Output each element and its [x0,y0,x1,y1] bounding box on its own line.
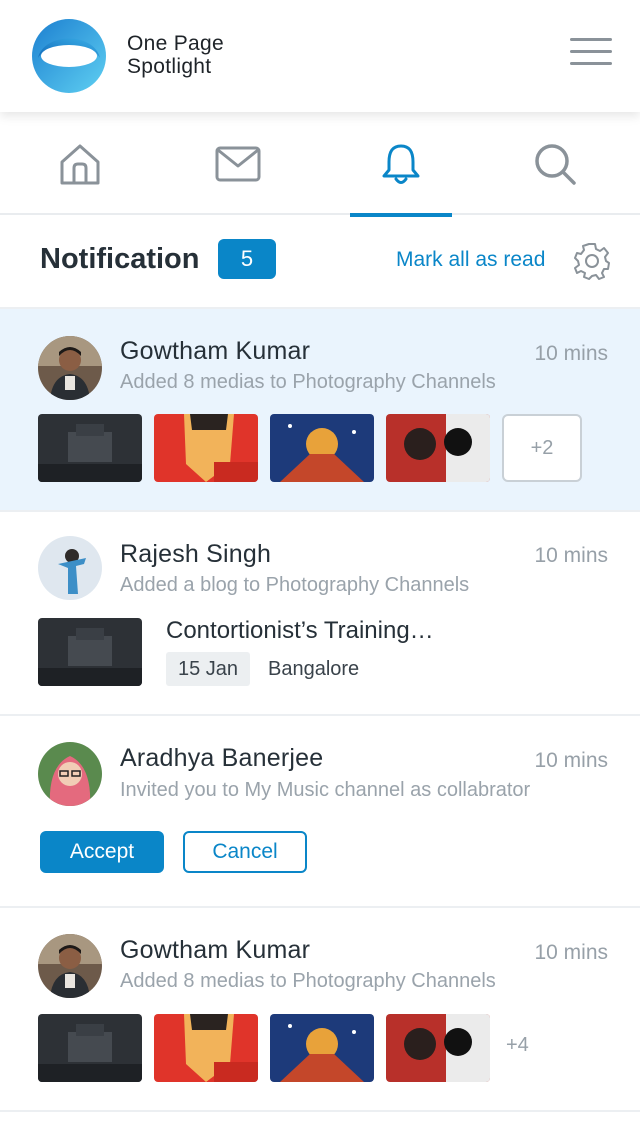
notification-item[interactable]: Rajesh Singh 10 mins Added a blog to Pho… [0,512,640,716]
tab-home[interactable] [25,112,135,215]
more-media-count[interactable]: +4 [506,1034,529,1057]
bell-icon [382,144,420,184]
date-chip: 15 Jan [166,652,251,686]
notification-text: Added a blog to Photography Channels [120,574,470,596]
media-thumbnail[interactable] [38,414,142,482]
user-name[interactable]: Gowtham Kumar [120,936,310,965]
mail-icon [215,146,261,181]
accept-button[interactable]: Accept [40,831,164,873]
notification-item[interactable]: Gowtham Kumar 10 mins Added 8 medias to … [0,309,640,512]
notification-text: Invited you to My Music channel as colla… [120,779,531,801]
tab-bar [0,112,640,217]
notification-item[interactable]: Gowtham Kumar 10 mins Added 8 medias to … [0,908,640,1112]
blog-thumbnail[interactable] [38,618,142,686]
avatar [38,336,102,400]
search-icon [535,143,576,185]
avatar [38,536,102,600]
timestamp: 10 mins [534,342,608,365]
brand-line-1: One Page [127,32,224,55]
mark-all-read-link[interactable]: Mark all as read [396,248,545,272]
media-thumbnail[interactable] [386,1014,490,1082]
media-thumbnail[interactable] [154,414,258,482]
notification-item[interactable]: Aradhya Banerjee 10 mins Invited you to … [0,716,640,908]
media-thumbnail[interactable] [270,1014,374,1082]
page-title: Notification [40,243,200,275]
timestamp: 10 mins [534,544,608,567]
more-media-button[interactable]: +2 [502,414,582,482]
brand-name: One Page Spotlight [127,32,224,78]
avatar [38,742,102,806]
user-name[interactable]: Aradhya Banerjee [120,744,323,773]
media-thumbnail[interactable] [154,1014,258,1082]
gear-icon[interactable] [573,242,611,280]
cancel-button[interactable]: Cancel [183,831,307,873]
app-header: One Page Spotlight [0,0,640,112]
timestamp: 10 mins [534,749,608,772]
user-name[interactable]: Rajesh Singh [120,540,271,569]
tab-search[interactable] [500,112,610,215]
user-name[interactable]: Gowtham Kumar [120,337,310,366]
media-thumbnail[interactable] [38,1014,142,1082]
media-thumbnail[interactable] [270,414,374,482]
tab-notifications[interactable] [350,112,452,217]
location-text: Bangalore [268,658,360,680]
ring-logo-icon[interactable] [30,18,108,94]
tab-messages[interactable] [183,112,293,215]
notifications-header: Notification 5 Mark all as read [0,217,640,309]
timestamp: 10 mins [534,941,608,964]
notification-text: Added 8 medias to Photography Channels [120,970,496,992]
notification-text: Added 8 medias to Photography Channels [120,371,496,393]
blog-title[interactable]: Contortionist’s Training… [166,617,434,645]
home-icon [60,144,100,184]
hamburger-menu-icon[interactable] [570,38,612,72]
brand-line-2: Spotlight [127,55,212,78]
media-thumbnail[interactable] [386,414,490,482]
notification-count-badge: 5 [218,239,276,279]
avatar [38,934,102,998]
